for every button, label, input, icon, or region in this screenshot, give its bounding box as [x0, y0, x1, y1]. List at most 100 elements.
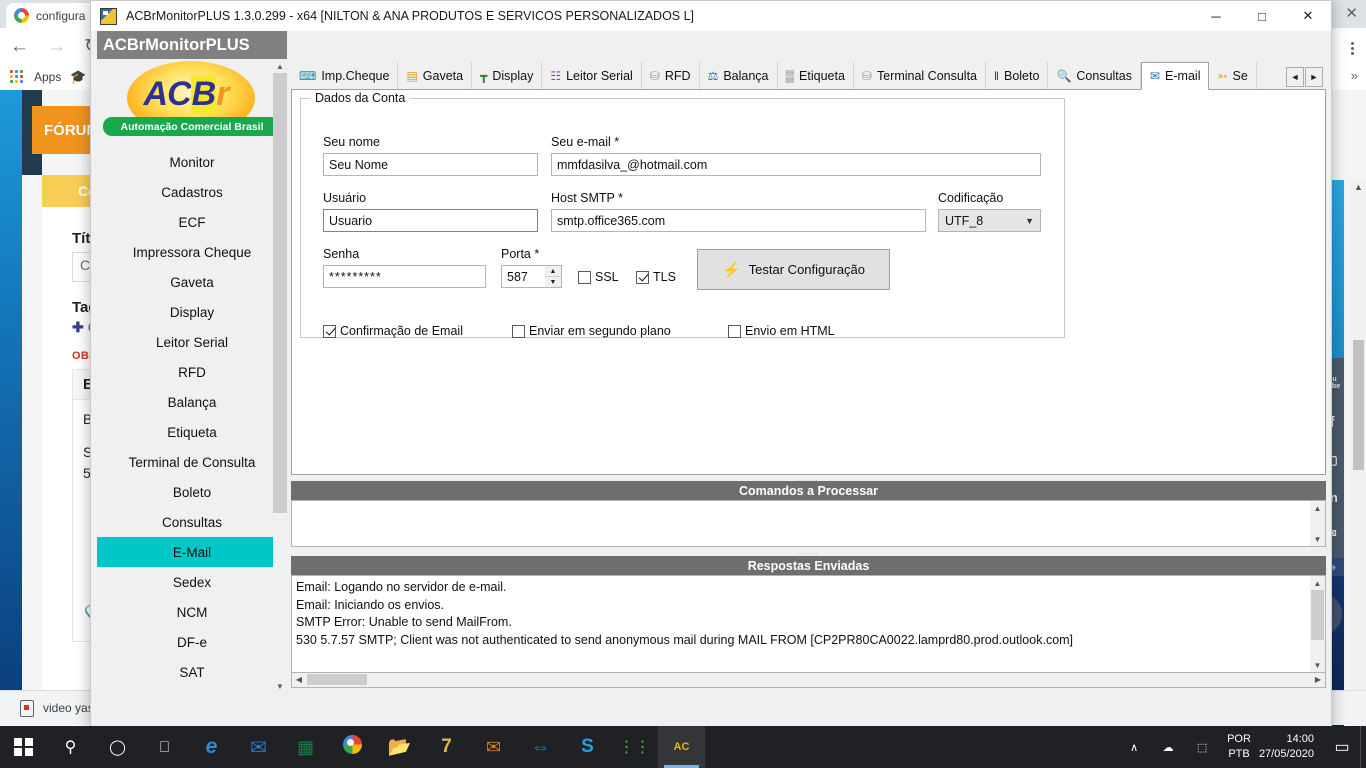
sidebar-item-rfd[interactable]: RFD: [97, 357, 287, 387]
file-explorer-button[interactable]: 📂: [376, 726, 423, 768]
show-desktop-button[interactable]: [1360, 726, 1366, 768]
back-icon[interactable]: ←: [10, 37, 29, 56]
responses-pane[interactable]: Email: Logando no servidor de e-mail. Ema…: [291, 575, 1326, 673]
user-input[interactable]: [323, 209, 538, 232]
tab-consultas[interactable]: 🔍 Consultas: [1048, 62, 1141, 89]
sidebar-item-impressora-cheque[interactable]: Impressora Cheque: [97, 237, 287, 267]
test-configuration-button[interactable]: ⚡ Testar Configuração: [697, 249, 890, 290]
responses-hscroll-thumb[interactable]: [307, 674, 367, 685]
commands-pane-scrollbar[interactable]: ▲ ▼: [1310, 501, 1325, 546]
email-input[interactable]: [551, 153, 1041, 176]
sidebar-item-leitor-serial[interactable]: Leitor Serial: [97, 327, 287, 357]
close-button[interactable]: ✕: [1285, 1, 1331, 31]
skype-button[interactable]: S: [564, 726, 611, 768]
excel-shortcut-button[interactable]: ▦: [282, 726, 329, 768]
tab-balan-a[interactable]: ⚖ Balança: [700, 62, 778, 89]
sidebar-item-etiqueta[interactable]: Etiqueta: [97, 417, 287, 447]
notification-center-icon[interactable]: ▭: [1324, 737, 1360, 757]
seven-zip-button[interactable]: 7: [423, 726, 470, 768]
email-confirmation-checkbox[interactable]: Confirmação de Email: [323, 324, 463, 338]
sidebar-scrollbar[interactable]: ▲ ▼: [273, 59, 287, 693]
browser-close-icon[interactable]: ✕: [1345, 4, 1358, 22]
edge-button[interactable]: e: [188, 726, 235, 768]
task-view-button[interactable]: ⎕: [141, 726, 188, 768]
tab-scroll-next-button[interactable]: ►: [1305, 67, 1323, 87]
tab-scroll-prev-button[interactable]: ◄: [1286, 67, 1304, 87]
apps-grid-icon[interactable]: [10, 69, 25, 85]
tab-boleto[interactable]: ‖ Boleto: [986, 62, 1049, 89]
sidebar-item-ncm[interactable]: NCM: [97, 597, 287, 627]
name-input[interactable]: [323, 153, 538, 176]
teamviewer-button[interactable]: ⇔: [517, 726, 564, 768]
responses-scroll-down-icon[interactable]: ▼: [1310, 658, 1325, 672]
cortana-button[interactable]: ◯: [94, 726, 141, 768]
language-indicator[interactable]: POR PTB: [1219, 732, 1259, 762]
tab-gaveta[interactable]: ▤ Gaveta: [398, 62, 473, 89]
clock[interactable]: 14:00 27/05/2020: [1259, 732, 1324, 762]
tab-e-mail[interactable]: ✉ E-mail: [1140, 62, 1210, 90]
sidebar-item-display[interactable]: Display: [97, 297, 287, 327]
acbr-project-button[interactable]: AC: [658, 726, 705, 768]
encoding-select[interactable]: UTF_8 ▼: [938, 209, 1041, 232]
search-button[interactable]: ⚲: [47, 726, 94, 768]
sidebar-item-balan-a[interactable]: Balança: [97, 387, 287, 417]
sidebar-item-consultas[interactable]: Consultas: [97, 507, 287, 537]
sidebar-item-ecf[interactable]: ECF: [97, 207, 287, 237]
scroll-thumb[interactable]: [1353, 340, 1364, 470]
host-input[interactable]: [551, 209, 926, 232]
responses-pane-scrollbar[interactable]: ▲ ▼: [1310, 576, 1325, 672]
tab-etiqueta[interactable]: ▒ Etiqueta: [778, 62, 854, 89]
tab-leitor-serial[interactable]: ☷ Leitor Serial: [542, 62, 642, 89]
start-button[interactable]: [0, 726, 47, 768]
tab-imp-cheque[interactable]: ⌨ Imp.Cheque: [291, 62, 399, 89]
responses-pane-hscrollbar[interactable]: ◀ ▶: [291, 673, 1326, 688]
graduation-cap-icon[interactable]: 🎓: [70, 69, 86, 85]
forward-icon[interactable]: →: [47, 37, 66, 56]
download-item-label[interactable]: video yas: [43, 701, 94, 715]
responses-hscroll-right-icon[interactable]: ▶: [1311, 673, 1325, 686]
sidebar-item-df-e[interactable]: DF-e: [97, 627, 287, 657]
calculator-button[interactable]: ⋮⋮: [611, 726, 658, 768]
tls-checkbox[interactable]: TLS: [636, 270, 676, 284]
html-send-box[interactable]: [728, 324, 741, 338]
scroll-up-icon[interactable]: ▲: [1354, 182, 1363, 192]
tray-expand-icon[interactable]: ∧: [1117, 741, 1151, 754]
network-icon[interactable]: ⬚: [1185, 741, 1219, 754]
browser-page-scrollbar[interactable]: ▲ ▼: [1351, 180, 1366, 768]
commands-pane[interactable]: ▲ ▼: [291, 500, 1326, 547]
tab-display[interactable]: ┳ Display: [472, 62, 543, 89]
port-stepper-down-icon[interactable]: ▼: [545, 277, 561, 287]
commands-scroll-up-icon[interactable]: ▲: [1310, 501, 1325, 515]
sidebar-scroll-up-icon[interactable]: ▲: [273, 59, 287, 73]
sidebar-item-boleto[interactable]: Boleto: [97, 477, 287, 507]
sidebar-item-cadastros[interactable]: Cadastros: [97, 177, 287, 207]
tab-terminal-consulta[interactable]: ⛁ Terminal Consulta: [854, 62, 987, 89]
background-send-checkbox[interactable]: Enviar em segundo plano: [512, 324, 671, 338]
ssl-checkbox-box[interactable]: [578, 270, 591, 284]
responses-hscroll-left-icon[interactable]: ◀: [292, 673, 306, 686]
maximize-button[interactable]: □: [1239, 1, 1285, 31]
tab-rfd[interactable]: ⛁ RFD: [642, 62, 700, 89]
mail-button[interactable]: ✉: [235, 726, 282, 768]
port-stepper[interactable]: ▲ ▼: [545, 265, 562, 288]
sidebar-item-terminal-de-consulta[interactable]: Terminal de Consulta: [97, 447, 287, 477]
onedrive-icon[interactable]: ☁: [1151, 741, 1185, 754]
port-stepper-up-icon[interactable]: ▲: [545, 266, 561, 277]
background-send-box[interactable]: [512, 324, 525, 338]
splitter-bottom[interactable]: ......: [291, 548, 1326, 556]
sidebar-item-sat[interactable]: SAT: [97, 657, 287, 687]
sidebar-item-sedex[interactable]: Sedex: [97, 567, 287, 597]
port-input[interactable]: [501, 265, 546, 288]
commands-scroll-down-icon[interactable]: ▼: [1310, 532, 1325, 546]
bookmarks-overflow-icon[interactable]: »: [1351, 68, 1358, 83]
outlook-button[interactable]: ✉: [470, 726, 517, 768]
sidebar-item-e-mail[interactable]: E-Mail: [97, 537, 287, 567]
bookmark-apps-label[interactable]: Apps: [34, 70, 61, 84]
email-confirmation-box[interactable]: [323, 324, 336, 338]
responses-scroll-up-icon[interactable]: ▲: [1310, 576, 1325, 590]
html-send-checkbox[interactable]: Envio em HTML: [728, 324, 835, 338]
tab-se[interactable]: ➳ Se: [1209, 62, 1257, 89]
sidebar-scroll-thumb[interactable]: [273, 73, 287, 513]
password-input[interactable]: [323, 265, 486, 288]
chrome-button[interactable]: [329, 726, 376, 768]
